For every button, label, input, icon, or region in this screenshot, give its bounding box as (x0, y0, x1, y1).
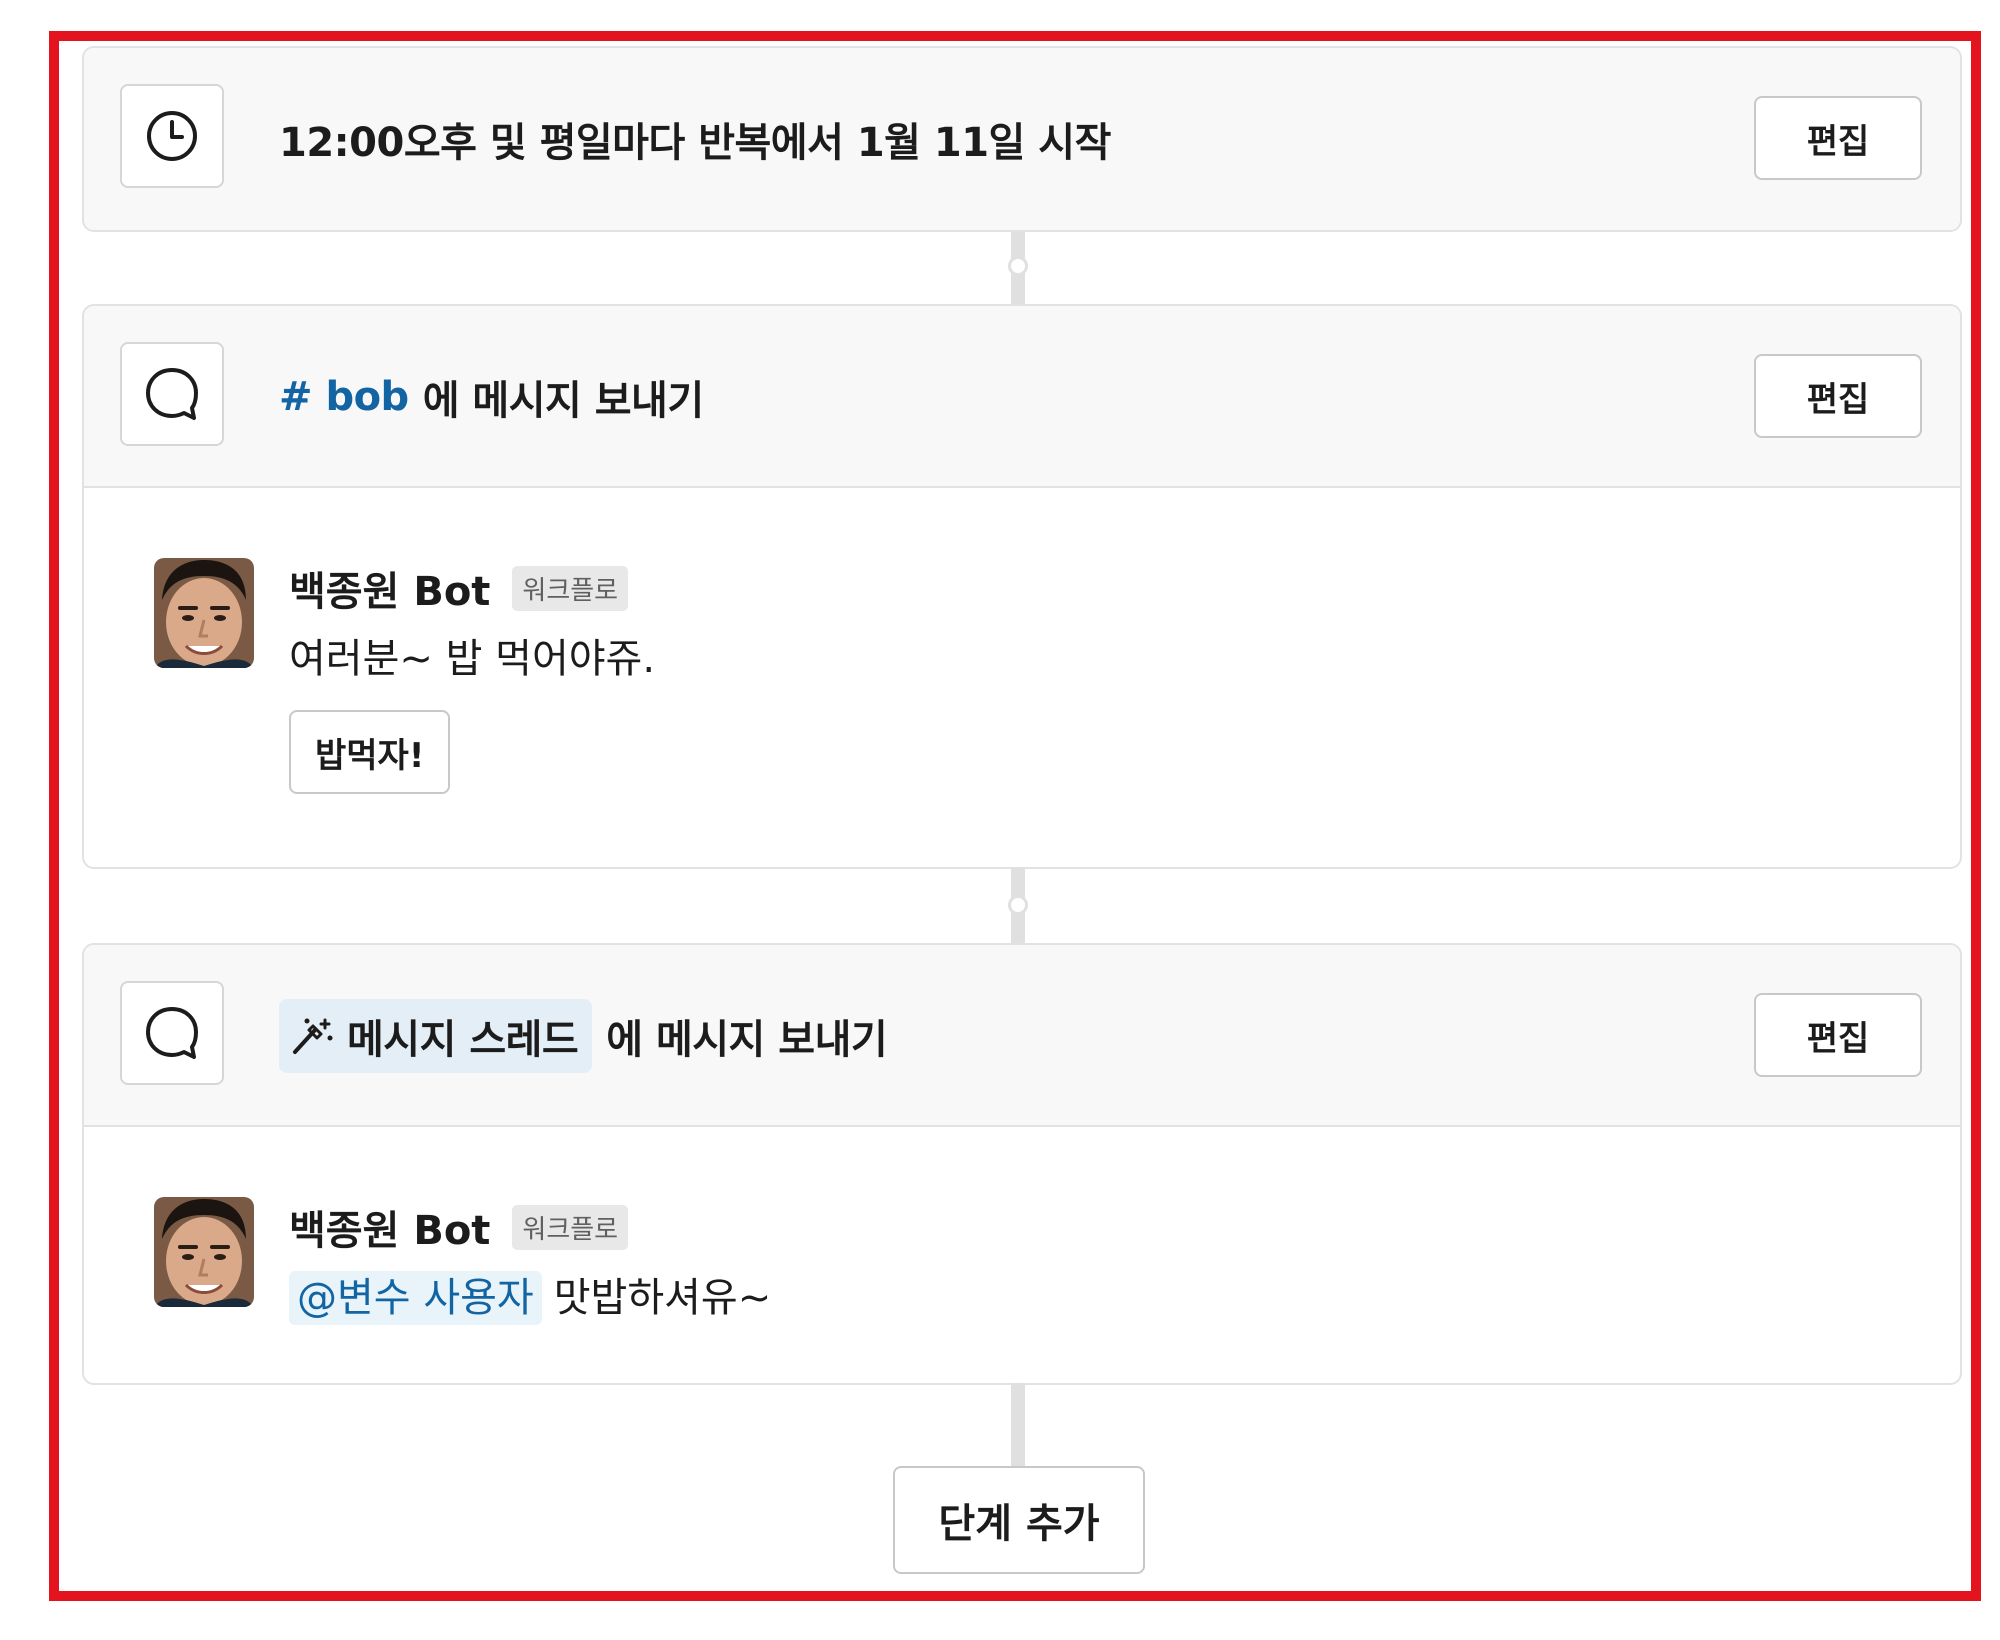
step-title: # bob 에 메시지 보내기 (279, 306, 704, 488)
message-text: @변수 사용자 맛밥하셔유~ (289, 1265, 772, 1325)
message-text: 여러분~ 밥 먹어야쥬. (289, 626, 655, 684)
step-title: 12:00오후 및 평일마다 반복에서 1월 11일 시작 (279, 48, 1111, 230)
avatar (154, 558, 254, 668)
clock-icon (120, 84, 224, 188)
connector-dot (1008, 256, 1028, 276)
step-title: 메시지 스레드 에 메시지 보내기 (279, 945, 888, 1127)
edit-button[interactable]: 편집 (1754, 96, 1922, 180)
step-card-send-thread-message: 메시지 스레드 에 메시지 보내기 편집 백종원 Bot 워크플로 @변수 사용… (82, 943, 1962, 1385)
step-card-send-message: # bob 에 메시지 보내기 편집 백종원 Bot 워크플로 여러분~ 밥 먹… (82, 304, 1962, 869)
schedule-description: 12:00오후 및 평일마다 반복에서 1월 11일 시작 (279, 120, 1111, 166)
message-sender: 백종원 Bot 워크플로 (289, 558, 629, 618)
workflow-badge: 워크플로 (512, 565, 629, 611)
step-card-schedule: 12:00오후 및 평일마다 반복에서 1월 11일 시작 편집 (82, 46, 1962, 232)
workflow-badge: 워크플로 (512, 1204, 629, 1250)
message-text-content: 맛밥하셔유~ (553, 1275, 772, 1321)
message-preview: 백종원 Bot 워크플로 @변수 사용자 맛밥하셔유~ (84, 1127, 1960, 1383)
step-action-text: 에 메시지 보내기 (422, 378, 704, 424)
edit-button[interactable]: 편집 (1754, 993, 1922, 1077)
variable-chip-label: 메시지 스레드 (347, 1017, 579, 1063)
message-preview: 백종원 Bot 워크플로 여러분~ 밥 먹어야쥬. 밥먹자! (84, 488, 1960, 867)
sender-name[interactable]: 백종원 Bot (289, 1198, 490, 1256)
step-header: # bob 에 메시지 보내기 편집 (84, 306, 1960, 488)
connector-dot (1008, 895, 1028, 915)
message-text-content: 여러분~ 밥 먹어야쥬. (289, 636, 656, 682)
avatar (154, 1197, 254, 1307)
step-connector (1011, 1383, 1025, 1468)
message-bubble-icon (120, 342, 224, 446)
message-action-button[interactable]: 밥먹자! (289, 710, 451, 794)
user-mention[interactable]: @변수 사용자 (289, 1271, 542, 1325)
magic-wand-icon (293, 1018, 333, 1054)
variable-chip[interactable]: 메시지 스레드 (279, 999, 593, 1073)
edit-button[interactable]: 편집 (1754, 354, 1922, 438)
add-step-button[interactable]: 단계 추가 (893, 1466, 1145, 1574)
step-header: 12:00오후 및 평일마다 반복에서 1월 11일 시작 편집 (84, 48, 1960, 230)
message-bubble-icon (120, 981, 224, 1085)
message-sender: 백종원 Bot 워크플로 (289, 1197, 629, 1257)
step-action-text: 에 메시지 보내기 (606, 1017, 888, 1063)
channel-name[interactable]: # bob (279, 374, 409, 420)
sender-name[interactable]: 백종원 Bot (289, 559, 490, 617)
step-header: 메시지 스레드 에 메시지 보내기 편집 (84, 945, 1960, 1127)
